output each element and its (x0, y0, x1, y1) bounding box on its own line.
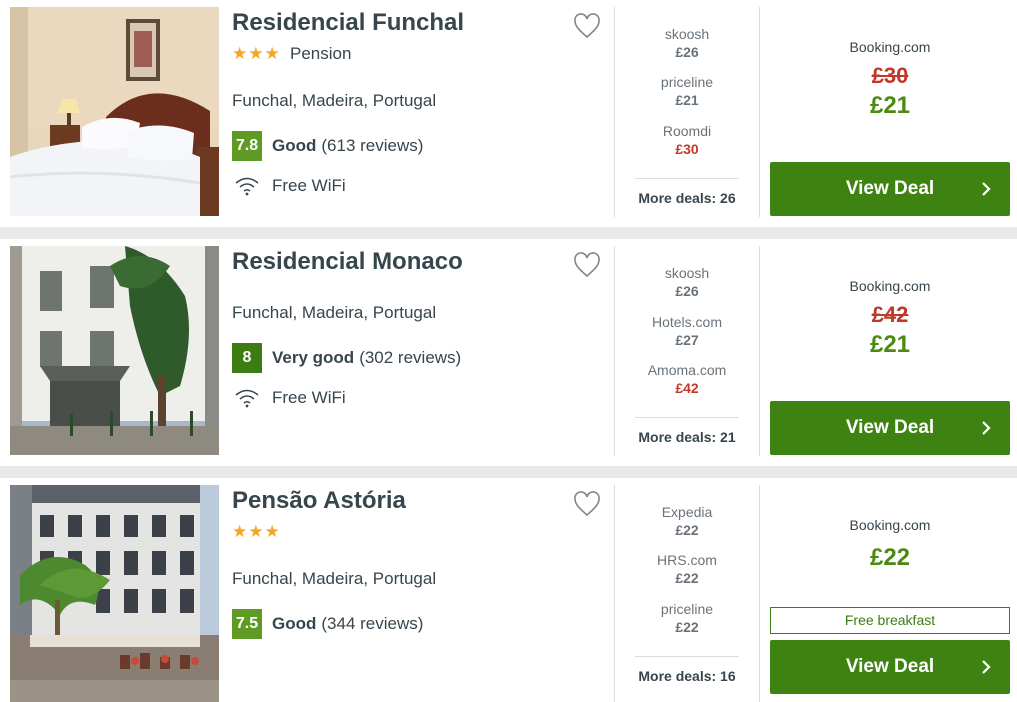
more-deals-link[interactable]: More deals: 21 (628, 429, 746, 445)
hotel-card: Pensão Astória ★★★ Funchal, Madeira, Por… (0, 478, 1017, 702)
best-deal-provider: Booking.com (849, 39, 931, 55)
amenity-label: Free WiFi (272, 388, 346, 407)
heart-icon[interactable] (573, 252, 601, 278)
hotel-name[interactable]: Pensão Astória (232, 487, 406, 515)
hotel-location: Funchal, Madeira, Portugal (232, 569, 437, 588)
deal-price: £22 (675, 619, 699, 635)
view-deal-button[interactable]: View Deal (770, 640, 1010, 694)
heart-icon[interactable] (573, 13, 601, 39)
deal-option[interactable]: Expedia £22 (628, 503, 746, 539)
rating-label: Good (272, 136, 317, 155)
more-deals-link[interactable]: More deals: 16 (628, 668, 746, 684)
deal-provider: Roomdi (662, 123, 712, 139)
deal-option[interactable]: Hotels.com £27 (628, 313, 746, 349)
deal-option[interactable]: skoosh £26 (628, 264, 746, 300)
view-deal-label: View Deal (845, 417, 935, 438)
more-deals-separator (635, 178, 739, 179)
hotel-card: Residencial Monaco Funchal, Madeira, Por… (0, 239, 1017, 466)
best-price: £22 (869, 544, 911, 571)
hotel-photo[interactable] (10, 246, 219, 455)
deal-price: £30 (675, 141, 699, 157)
street-photo-image (10, 485, 219, 702)
free-breakfast-badge: Free breakfast (770, 607, 1010, 634)
column-divider (614, 485, 615, 702)
deal-option[interactable]: Roomdi £30 (628, 122, 746, 158)
star-rating: ★★★ (232, 44, 281, 63)
view-deal-label: View Deal (845, 178, 935, 199)
wifi-icon (235, 389, 259, 408)
heart-icon[interactable] (573, 491, 601, 517)
original-price: £30 (871, 63, 909, 88)
deal-option[interactable]: HRS.com £22 (628, 551, 746, 587)
column-divider (614, 7, 615, 217)
deal-option[interactable]: Amoma.com £42 (628, 361, 746, 397)
rating-row[interactable]: 7.5 Good (344 reviews) (232, 609, 423, 639)
hotel-results-list: Residencial Funchal ★★★ Pension Funchal,… (0, 0, 1017, 702)
chevron-right-icon (982, 660, 991, 674)
hotel-card: Residencial Funchal ★★★ Pension Funchal,… (0, 0, 1017, 227)
best-deal-provider: Booking.com (849, 517, 931, 533)
deal-option[interactable]: priceline £22 (628, 600, 746, 636)
deal-price: £26 (675, 44, 699, 60)
star-rating: ★★★ (232, 522, 281, 541)
bedroom-photo-image (10, 7, 219, 216)
review-count: (344 reviews) (321, 614, 424, 633)
column-divider (759, 7, 760, 217)
rating-row[interactable]: 7.8 Good (613 reviews) (232, 131, 423, 161)
rating-score-badge: 8 (232, 343, 262, 373)
rating-score-badge: 7.5 (232, 609, 262, 639)
hotel-location: Funchal, Madeira, Portugal (232, 91, 437, 110)
view-deal-button[interactable]: View Deal (770, 401, 1010, 455)
review-count: (613 reviews) (321, 136, 424, 155)
deal-price: £26 (675, 283, 699, 299)
more-deals-link[interactable]: More deals: 26 (628, 190, 746, 206)
hotel-name[interactable]: Residencial Funchal (232, 9, 464, 37)
amenity-wifi: Free WiFi (234, 388, 346, 408)
best-price: £21 (869, 331, 911, 358)
view-deal-button[interactable]: View Deal (770, 162, 1010, 216)
column-divider (759, 485, 760, 702)
deal-provider: priceline (660, 74, 714, 90)
rating-label: Very good (272, 348, 355, 367)
deal-provider: HRS.com (657, 552, 717, 568)
best-deal-provider: Booking.com (849, 278, 931, 294)
deal-provider: Expedia (661, 504, 713, 520)
deal-provider: Hotels.com (651, 314, 723, 330)
rating-label: Good (272, 614, 317, 633)
best-price: £21 (869, 92, 911, 119)
property-type: Pension (290, 44, 352, 63)
more-deals-separator (635, 656, 739, 657)
hotel-photo[interactable] (10, 7, 219, 216)
wifi-icon (235, 177, 259, 196)
amenity-label: Free WiFi (272, 176, 346, 195)
deal-option[interactable]: priceline £21 (628, 73, 746, 109)
review-count: (302 reviews) (359, 348, 462, 367)
amenity-wifi: Free WiFi (234, 176, 346, 196)
deal-price: £42 (675, 380, 699, 396)
column-divider (759, 246, 760, 456)
deal-provider: skoosh (664, 265, 710, 281)
more-deals-separator (635, 417, 739, 418)
chevron-right-icon (982, 421, 991, 435)
rating-score-badge: 7.8 (232, 131, 262, 161)
hotel-location: Funchal, Madeira, Portugal (232, 303, 437, 322)
deal-price: £22 (675, 522, 699, 538)
deal-price: £22 (675, 570, 699, 586)
deal-provider: skoosh (664, 26, 710, 42)
deal-price: £21 (675, 92, 699, 108)
deal-provider: Amoma.com (647, 362, 727, 378)
view-deal-label: View Deal (845, 656, 935, 677)
hotel-photo[interactable] (10, 485, 219, 702)
deal-provider: priceline (660, 601, 714, 617)
hotel-name[interactable]: Residencial Monaco (232, 248, 463, 276)
deal-option[interactable]: skoosh £26 (628, 25, 746, 61)
column-divider (614, 246, 615, 456)
building-photo-image (10, 246, 219, 455)
original-price: £42 (871, 302, 909, 327)
deal-price: £27 (675, 332, 699, 348)
chevron-right-icon (982, 182, 991, 196)
rating-row[interactable]: 8 Very good (302 reviews) (232, 343, 461, 373)
